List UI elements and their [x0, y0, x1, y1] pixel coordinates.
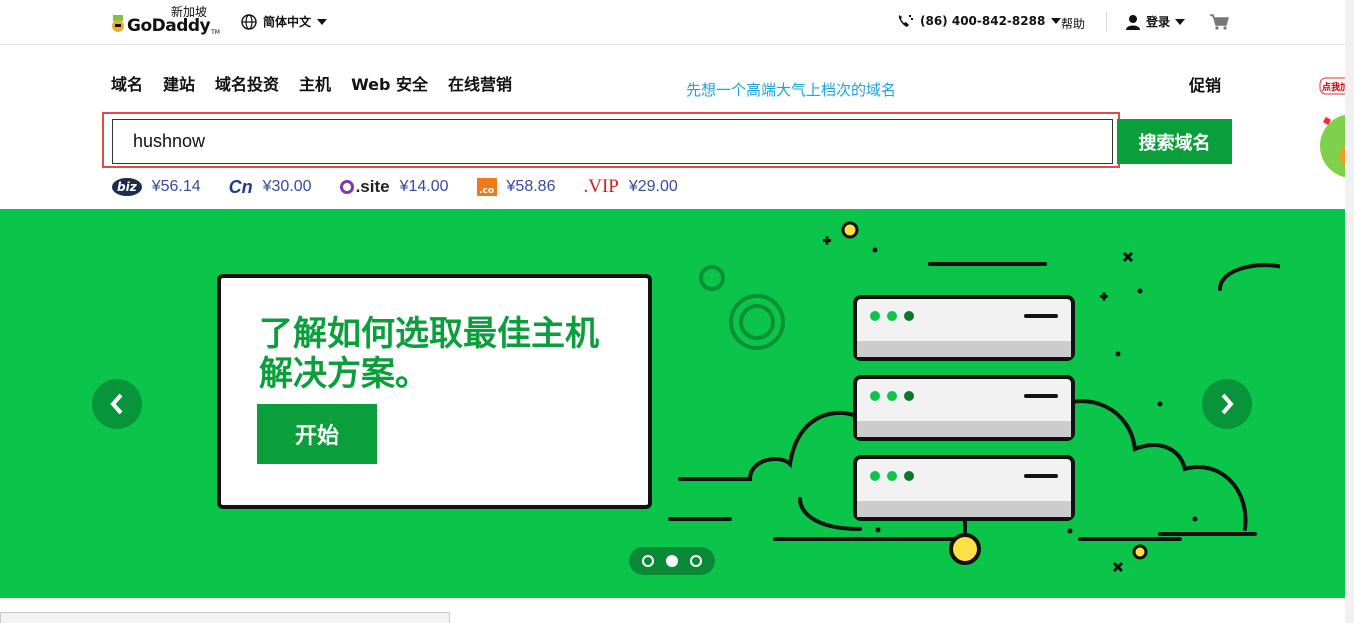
phone-number: (86) 400-842-8288	[920, 14, 1046, 28]
hero-headline: 了解如何选取最佳主机解决方案。	[259, 314, 599, 394]
vip-logo: .VIP	[583, 176, 619, 197]
biz-logo: biz	[112, 178, 142, 196]
tld-item-vip[interactable]: .VIP ¥29.00	[583, 176, 677, 198]
logo-tm: TM	[211, 29, 220, 36]
carousel-prev-button[interactable]	[92, 379, 142, 429]
cn-logo: Cn	[228, 176, 253, 197]
site-logo: .site	[339, 177, 390, 197]
nav-item-hosting[interactable]: 主机	[299, 71, 331, 95]
annotation-text: 先想一个高端大气上档次的域名	[686, 82, 897, 99]
user-icon	[1126, 14, 1140, 30]
chevron-left-icon	[110, 393, 123, 415]
godaddy-logo[interactable]: GoDaddy TM 新加坡	[111, 5, 220, 36]
start-button[interactable]: 开始	[257, 404, 377, 464]
nav-item-promotions[interactable]: 促销	[1189, 72, 1221, 96]
tld-price: ¥58.86	[506, 178, 556, 195]
tld-item-site[interactable]: .site ¥14.00	[339, 177, 449, 197]
co-logo: .co	[476, 178, 497, 196]
globe-icon	[241, 13, 257, 30]
carousel-dot-1[interactable]	[642, 555, 654, 567]
tld-item-cn[interactable]: Cn ¥30.00	[229, 177, 312, 198]
tld-price: ¥56.14	[151, 178, 201, 195]
phone-icon	[898, 15, 913, 27]
site-logo-text: .site	[355, 177, 390, 196]
tld-price-list: biz ¥56.14 Cn ¥30.00 .site ¥14.00 .co ¥5…	[112, 176, 678, 198]
chevron-down-icon	[1175, 18, 1186, 25]
chevron-down-icon	[1051, 18, 1062, 24]
server-cloud-illustration	[668, 221, 1280, 573]
logo-region-text: 新加坡	[171, 5, 208, 19]
tld-price: ¥29.00	[628, 178, 678, 195]
cart-icon	[1210, 14, 1229, 30]
site-ring-icon	[339, 180, 354, 194]
nav-item-online-marketing[interactable]: 在线营销	[448, 71, 512, 95]
language-selector[interactable]: 简体中文	[241, 13, 328, 30]
nav-item-domain-investing[interactable]: 域名投资	[215, 71, 279, 95]
nav-item-domains[interactable]: 域名	[111, 71, 143, 95]
scrollbar[interactable]	[1345, 0, 1354, 623]
search-domain-button[interactable]: 搜索域名	[1117, 119, 1232, 164]
tld-item-biz[interactable]: biz ¥56.14	[112, 178, 201, 196]
login-label: 登录	[1146, 15, 1171, 29]
status-bar	[0, 612, 450, 623]
nav-item-web-security[interactable]: Web 安全	[351, 71, 428, 95]
domain-search-input[interactable]	[112, 119, 1113, 164]
divider	[1106, 12, 1107, 32]
godaddy-mascot-icon	[112, 15, 124, 32]
top-bar: GoDaddy TM 新加坡 简体中文 (86) 400-842-8288 帮助 …	[0, 0, 1345, 45]
carousel-dot-3[interactable]	[690, 555, 702, 567]
tld-price: ¥30.00	[262, 178, 312, 195]
language-label: 简体中文	[263, 15, 312, 29]
login-menu[interactable]: 登录	[1125, 13, 1186, 30]
chevron-right-icon	[1221, 393, 1234, 415]
cart-button[interactable]	[1209, 13, 1229, 35]
chevron-down-icon	[317, 18, 328, 25]
carousel-dot-2[interactable]	[666, 555, 678, 567]
help-link[interactable]: 帮助	[1061, 15, 1085, 32]
tld-price: ¥14.00	[399, 178, 449, 195]
carousel-next-button[interactable]	[1202, 379, 1252, 429]
tld-item-co[interactable]: .co ¥58.86	[476, 178, 556, 196]
main-nav: 域名 建站 域名投资 主机 Web 安全 在线营销	[111, 71, 512, 95]
phone-menu[interactable]: (86) 400-842-8288	[896, 13, 1062, 29]
hero-banner: 了解如何选取最佳主机解决方案。 开始	[0, 209, 1345, 598]
hero-card: 了解如何选取最佳主机解决方案。 开始	[217, 274, 652, 509]
carousel-indicators	[629, 547, 715, 575]
nav-item-website[interactable]: 建站	[163, 71, 195, 95]
